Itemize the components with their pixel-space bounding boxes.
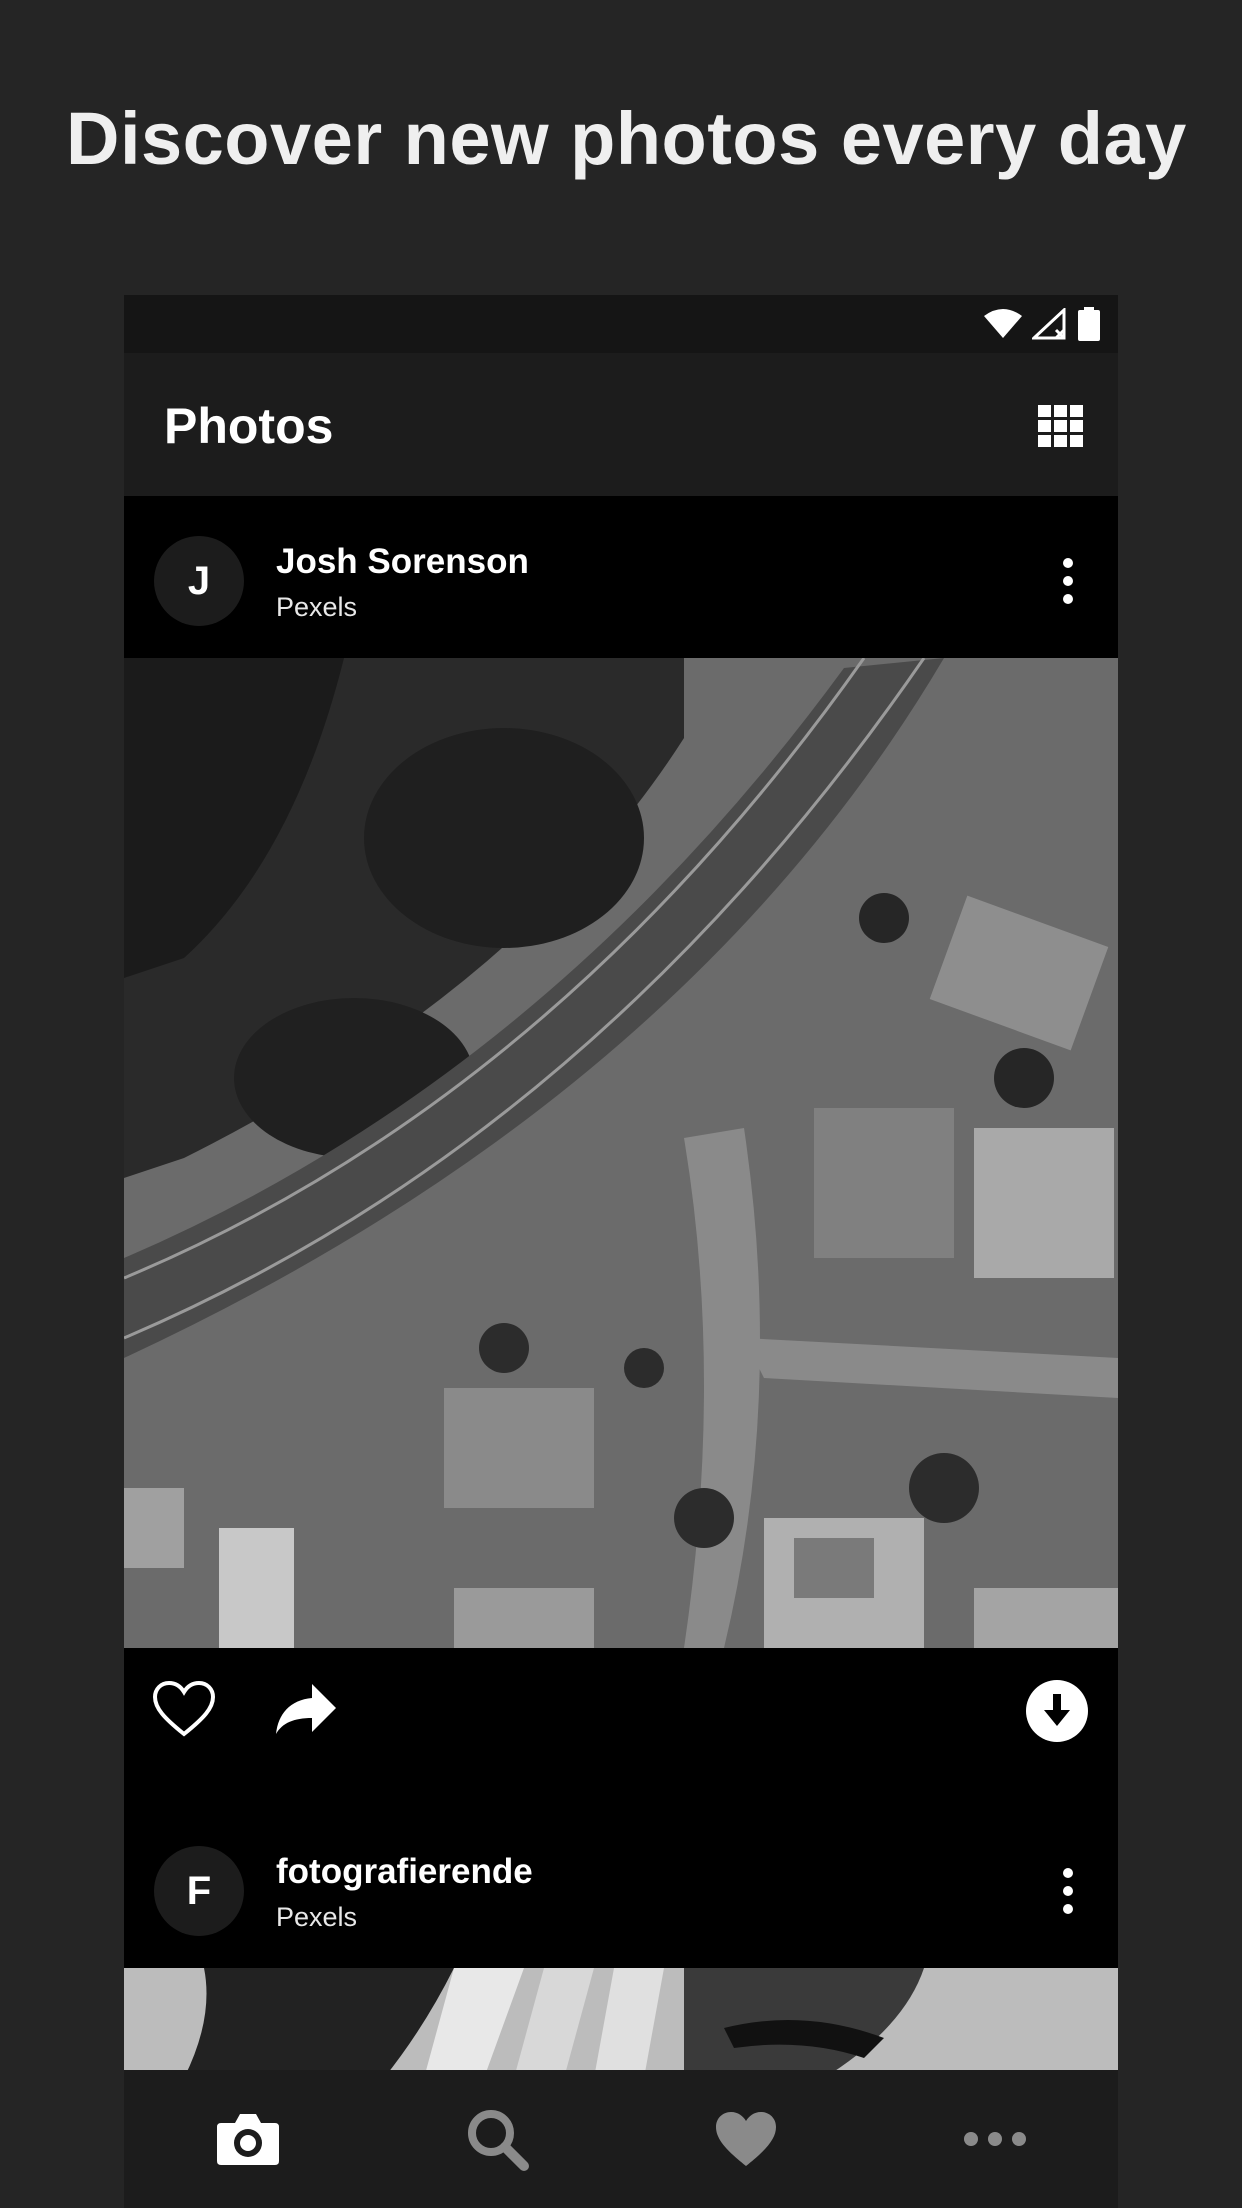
nav-item-search[interactable] — [457, 2104, 537, 2174]
nav-item-photos[interactable] — [208, 2104, 288, 2174]
post-header: F fotografierende Pexels — [124, 1806, 1118, 1966]
heart-icon[interactable] — [152, 1680, 216, 1738]
share-icon[interactable] — [274, 1682, 338, 1736]
photo-source: Pexels — [276, 592, 358, 622]
avatar[interactable]: J — [154, 536, 244, 626]
page-title: Photos — [164, 398, 334, 454]
phone-screen: Photos J Josh Sorenson Pexels F fotograf… — [124, 295, 1118, 2208]
more-options-icon[interactable] — [1058, 556, 1078, 606]
battery-icon — [1078, 307, 1100, 341]
camera-icon — [217, 2114, 279, 2165]
wifi-icon — [984, 309, 1022, 338]
grid-view-icon[interactable] — [1038, 403, 1084, 449]
cellular-signal-icon — [1032, 308, 1066, 340]
post-photo[interactable] — [124, 1968, 1118, 2078]
more-icon — [964, 2132, 1026, 2146]
nav-item-favorites[interactable] — [706, 2104, 786, 2174]
author-name[interactable]: Josh Sorenson — [276, 542, 529, 582]
avatar[interactable]: F — [154, 1846, 244, 1936]
post-photo[interactable] — [124, 658, 1118, 1648]
search-icon — [468, 2110, 529, 2171]
promo-title: Discover new photos every day — [66, 97, 1187, 180]
aerial-photo-image — [124, 658, 1118, 1648]
nav-item-more[interactable] — [955, 2104, 1035, 2174]
author-name[interactable]: fotografierende — [276, 1852, 533, 1892]
bottom-navigation — [124, 2070, 1118, 2208]
download-icon[interactable] — [1026, 1680, 1088, 1742]
photo-source: Pexels — [276, 1902, 358, 1932]
favorites-icon — [716, 2112, 776, 2166]
post-header: J Josh Sorenson Pexels — [124, 496, 1118, 656]
portrait-photo-image — [124, 1968, 1118, 2078]
more-options-icon[interactable] — [1058, 1866, 1078, 1916]
status-bar — [124, 295, 1118, 353]
app-bar: Photos — [124, 353, 1118, 496]
post-actions — [124, 1648, 1118, 1778]
